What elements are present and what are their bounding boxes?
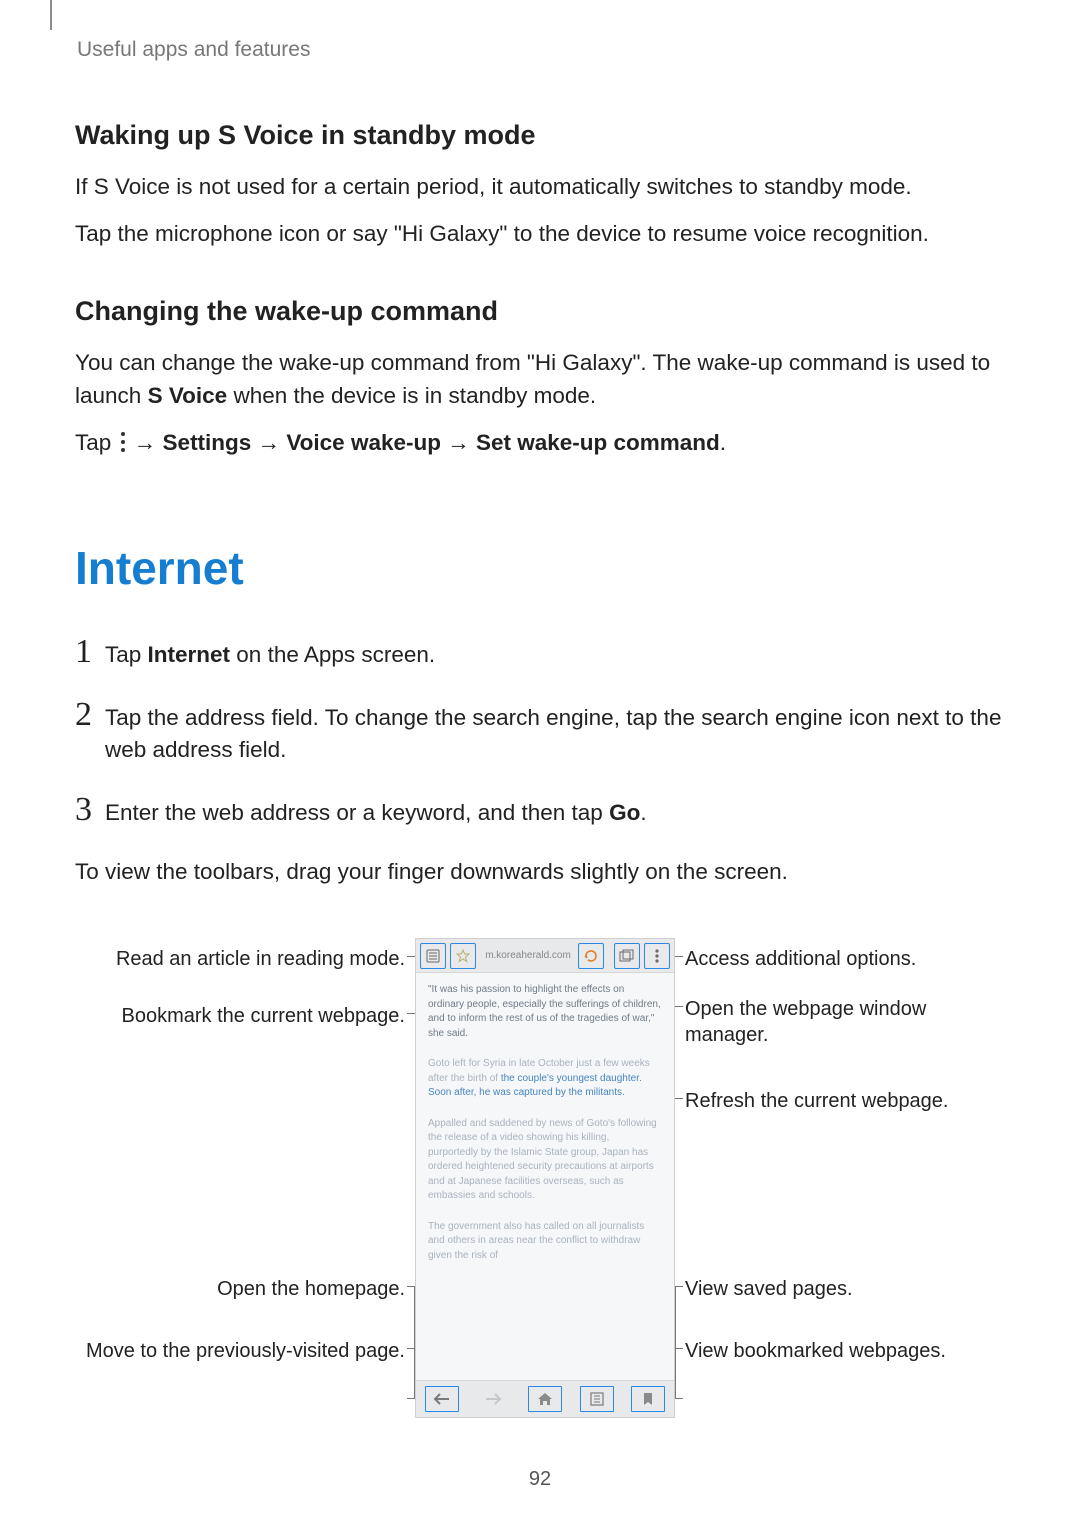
heading-change-wakeup: Changing the wake-up command	[75, 296, 1005, 327]
body-svoice-standby-1: If S Voice is not used for a certain per…	[75, 171, 1005, 204]
url-text[interactable]: m.koreaherald.com	[480, 950, 576, 961]
page-number: 92	[0, 1468, 1080, 1491]
address-bar[interactable]: m.koreaherald.com	[416, 939, 674, 973]
leader	[675, 1348, 683, 1349]
body-change-wakeup: You can change the wake-up command from …	[75, 347, 1005, 412]
nav-back-icon[interactable]	[424, 1385, 460, 1413]
frag: .	[720, 430, 726, 455]
margin-rule	[50, 0, 52, 30]
callout-refresh: Refresh the current webpage.	[685, 1088, 985, 1114]
running-head: Useful apps and features	[77, 38, 1005, 62]
heading-svoice-standby: Waking up S Voice in standby mode	[75, 120, 1005, 151]
frag: when the device is in standby mode.	[227, 383, 596, 408]
step-text: Enter the web address or a keyword, and …	[105, 797, 647, 830]
callout-homepage: Open the homepage.	[85, 1276, 405, 1302]
nav-saved-pages-icon[interactable]	[579, 1385, 615, 1413]
nav-bookmarks-icon[interactable]	[630, 1385, 666, 1413]
article-p3: Appalled and saddened by news of Goto's …	[428, 1117, 662, 1204]
step-2: 2 Tap the address field. To change the s…	[75, 698, 1005, 767]
step-1: 1 Tap Internet on the Apps screen.	[75, 635, 1005, 672]
callout-saved-pages: View saved pages.	[685, 1276, 985, 1302]
step-number: 2	[75, 698, 105, 732]
frag: on the Apps screen.	[230, 642, 435, 667]
more-icon	[120, 432, 126, 452]
article-p4: The government also has called on all jo…	[428, 1220, 662, 1264]
step-number: 3	[75, 793, 105, 827]
step-3: 3 Enter the web address or a keyword, an…	[75, 793, 1005, 830]
step-text: Tap the address field. To change the sea…	[105, 702, 1005, 767]
frag: →	[441, 430, 476, 455]
article-body: "It was his passion to highlight the eff…	[416, 973, 674, 1291]
bookmark-star-icon[interactable]	[450, 943, 476, 969]
nav-forward-icon[interactable]	[475, 1385, 511, 1413]
callout-prev-page: Move to the previously-visited page.	[85, 1338, 405, 1364]
article-p2: Goto left for Syria in late October just…	[428, 1057, 662, 1101]
callout-reading-mode: Read an article in reading mode.	[85, 946, 405, 972]
more-icon[interactable]	[644, 943, 670, 969]
body-svoice-standby-2: Tap the microphone icon or say "Hi Galax…	[75, 218, 1005, 251]
leader	[675, 1286, 683, 1287]
frag: →	[251, 430, 286, 455]
callout-more-options: Access additional options.	[685, 946, 985, 972]
article-p1: "It was his passion to highlight the eff…	[428, 983, 662, 1041]
bottom-toolbar	[416, 1380, 674, 1417]
path-voice-wakeup: Voice wake-up	[286, 430, 441, 455]
frag: →	[128, 430, 163, 455]
strong-svoice: S Voice	[148, 383, 228, 408]
step-text: Tap Internet on the Apps screen.	[105, 639, 435, 672]
path-settings: Settings	[163, 430, 252, 455]
reload-icon[interactable]	[578, 943, 604, 969]
frag: Tap	[75, 430, 118, 455]
nav-home-icon[interactable]	[527, 1385, 563, 1413]
body-after-steps: To view the toolbars, drag your finger d…	[75, 856, 1005, 889]
instruction-tap-path: Tap → Settings → Voice wake-up → Set wak…	[75, 427, 1005, 460]
leader	[675, 1286, 676, 1398]
frag: Tap	[105, 642, 148, 667]
windows-icon[interactable]	[614, 943, 640, 969]
phone-mock: m.koreaherald.com "It was his passion to…	[415, 938, 675, 1418]
frag: Enter the web address or a keyword, and …	[105, 800, 609, 825]
step-number: 1	[75, 635, 105, 669]
callout-bookmarks: View bookmarked webpages.	[685, 1338, 985, 1364]
callout-bookmark: Bookmark the current webpage.	[85, 1003, 405, 1029]
strong-internet: Internet	[148, 642, 231, 667]
path-set-wakeup: Set wake-up command	[476, 430, 720, 455]
callout-window-manager: Open the webpage window manager.	[685, 996, 985, 1048]
frag: .	[640, 800, 646, 825]
strong-go: Go	[609, 800, 640, 825]
heading-internet: Internet	[75, 541, 1005, 595]
reading-mode-icon[interactable]	[420, 943, 446, 969]
browser-diagram: Read an article in reading mode. Bookmar…	[75, 938, 1005, 1438]
